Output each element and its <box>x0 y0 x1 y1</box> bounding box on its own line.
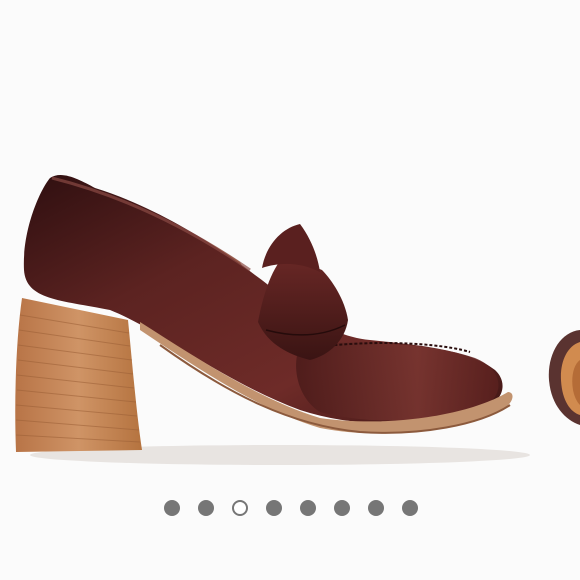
carousel-dot-5[interactable] <box>300 500 316 516</box>
carousel-dot-1[interactable] <box>164 500 180 516</box>
carousel-dot-8[interactable] <box>402 500 418 516</box>
carousel-dot-3[interactable] <box>232 500 248 516</box>
carousel-pagination <box>0 498 580 518</box>
carousel-dot-7[interactable] <box>368 500 384 516</box>
shoe-image <box>15 175 530 465</box>
carousel-dot-2[interactable] <box>198 500 214 516</box>
product-image-carousel[interactable] <box>0 0 580 580</box>
carousel-dot-6[interactable] <box>334 500 350 516</box>
next-shoe-preview-image <box>548 330 580 425</box>
carousel-dot-4[interactable] <box>266 500 282 516</box>
next-product-image-peek[interactable] <box>535 320 580 430</box>
product-image-slide[interactable] <box>0 0 540 480</box>
